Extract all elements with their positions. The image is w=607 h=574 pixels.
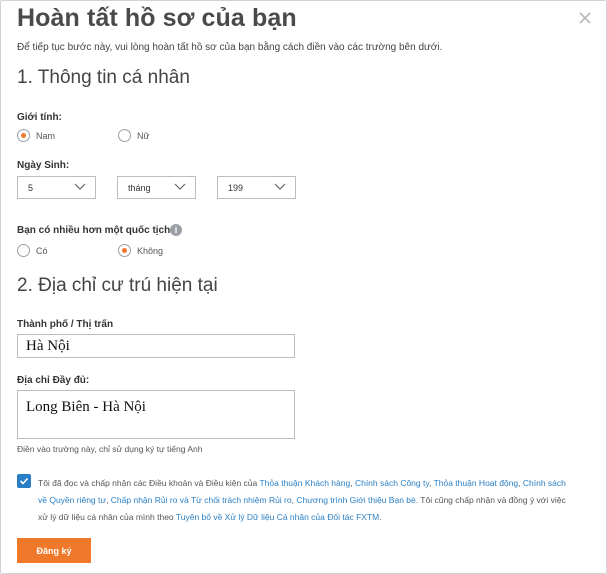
- birth-month-value: tháng: [128, 183, 151, 193]
- birth-year-value: 199: [228, 183, 244, 193]
- citizenship-option-yes: Có: [36, 245, 48, 256]
- city-input[interactable]: [17, 334, 295, 358]
- link-operation-agreement[interactable]: Thỏa thuận Hoạt động: [434, 478, 519, 488]
- radio-dot: [118, 129, 131, 142]
- city-label: Thành phố / Thị trấn: [17, 319, 114, 330]
- chevron-down-icon: [274, 183, 286, 190]
- terms-text-end: .: [379, 512, 382, 522]
- radio-dot: [118, 244, 131, 257]
- citizenship-option-no: Không: [137, 245, 164, 256]
- radio-dot: [17, 129, 30, 142]
- link-refer-friend[interactable]: Chương trình Giới thiệu Bạn bè: [296, 495, 415, 505]
- profile-modal: Hoàn tất hồ sơ của bạn Để tiếp tục bước …: [0, 0, 607, 574]
- gender-label: Giới tính:: [17, 112, 62, 123]
- full-address-label: Địa chỉ Đầy đủ:: [17, 375, 90, 386]
- section-personal-title: 1. Thông tin cá nhân: [17, 67, 190, 88]
- radio-dot: [17, 244, 30, 257]
- info-icon[interactable]: i: [170, 224, 182, 236]
- address-hint: Điền vào trường này, chỉ sử dụng ký tự t…: [17, 444, 203, 454]
- citizenship-radio-no[interactable]: Không: [118, 244, 163, 257]
- birth-month-select[interactable]: tháng: [117, 176, 196, 199]
- citizenship-label: Bạn có nhiều hơn một quốc tịch?: [17, 225, 177, 236]
- link-company-policy[interactable]: Chính sách Công ty: [355, 478, 429, 488]
- chevron-down-icon: [74, 183, 86, 190]
- full-address-textarea[interactable]: Long Biên - Hà Nội: [17, 390, 295, 439]
- gender-radio-female[interactable]: Nữ: [118, 129, 150, 142]
- gender-option-female: Nữ: [137, 130, 150, 141]
- link-data-processing[interactable]: Tuyên bố về Xử lý Dữ liệu Cá nhân của Đố…: [176, 512, 379, 522]
- birth-day-value: 5: [28, 183, 34, 193]
- gender-radio-male[interactable]: Nam: [17, 129, 55, 142]
- terms-checkbox[interactable]: [17, 474, 31, 488]
- birth-day-select[interactable]: 5: [17, 176, 96, 199]
- citizenship-radio-yes[interactable]: Có: [17, 244, 48, 257]
- birth-year-select[interactable]: 199: [217, 176, 296, 199]
- intro-text: Để tiếp tục bước này, vui lòng hoàn tất …: [17, 42, 443, 53]
- section-address-title: 2. Địa chỉ cư trú hiện tại: [17, 275, 218, 296]
- terms-text-part: Tôi đã đọc và chấp nhận các Điều khoản v…: [38, 478, 260, 488]
- birthdate-label: Ngày Sinh:: [17, 160, 70, 171]
- link-risk-disclaimer[interactable]: Chấp nhận Rủi ro và Từ chối trách nhiệm …: [111, 495, 292, 505]
- modal-title: Hoàn tất hồ sơ của bạn: [17, 4, 297, 32]
- checkmark-icon: [19, 477, 29, 485]
- gender-option-male: Nam: [36, 130, 56, 141]
- terms-text: Tôi đã đọc và chấp nhận các Điều khoản v…: [38, 475, 570, 526]
- chevron-down-icon: [174, 183, 186, 190]
- close-icon[interactable]: [576, 9, 594, 27]
- link-client-agreement[interactable]: Thỏa thuận Khách hàng: [259, 478, 350, 488]
- register-button[interactable]: Đăng ký: [17, 538, 91, 563]
